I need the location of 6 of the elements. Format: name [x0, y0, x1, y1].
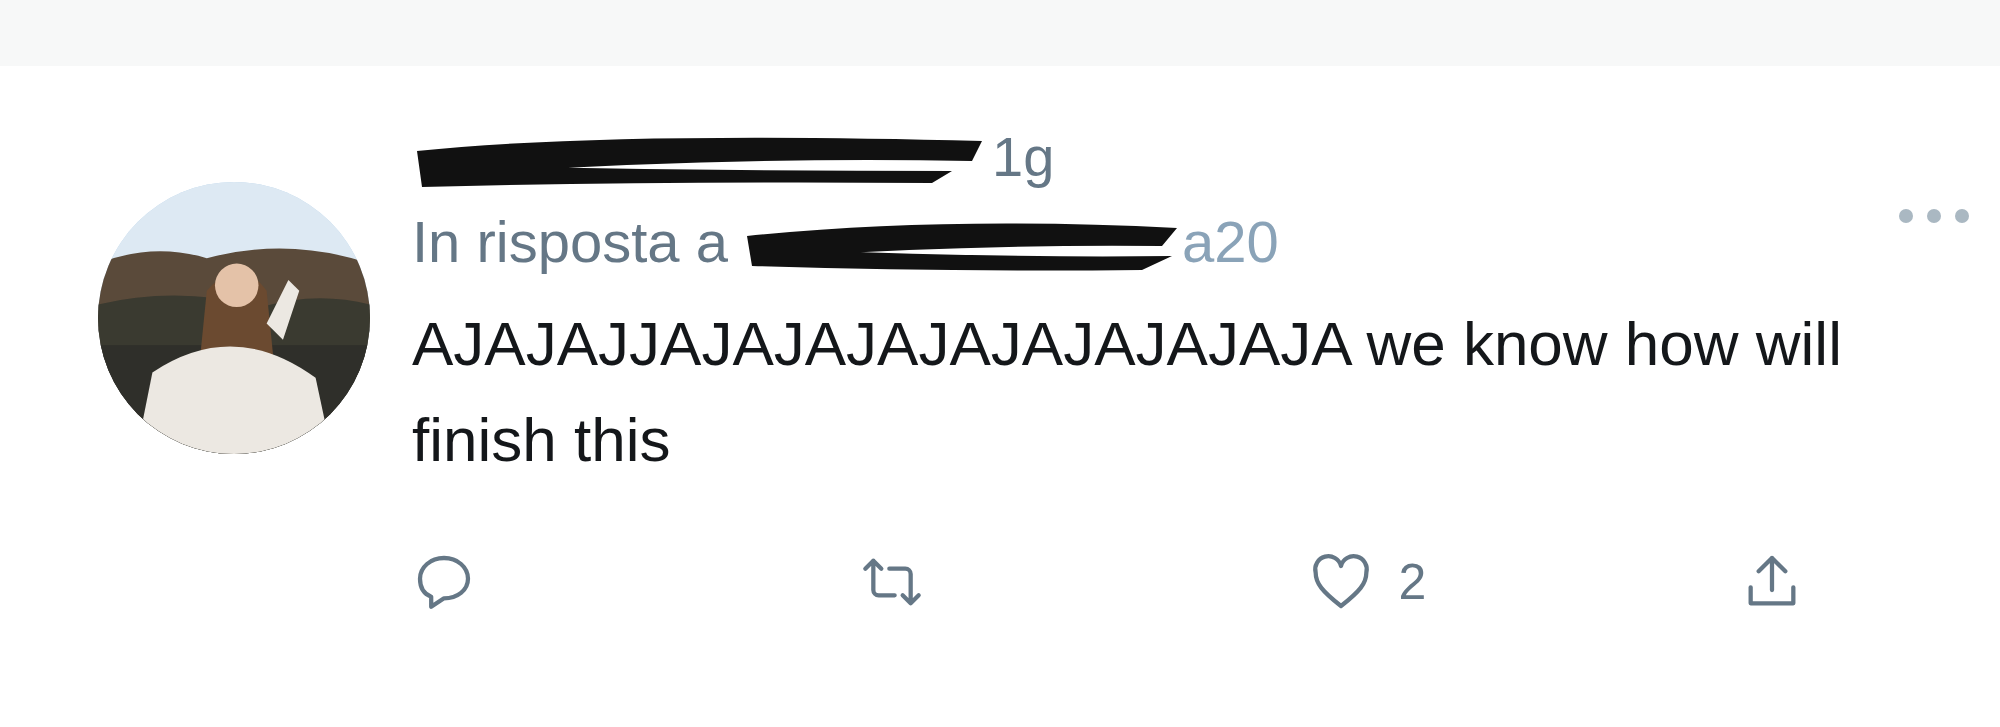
more-icon[interactable] — [1896, 206, 1972, 226]
tweet-time: 1g — [992, 123, 1055, 189]
reply-label: In risposta a — [412, 207, 728, 275]
like-button[interactable]: 2 — [1308, 550, 1740, 614]
tweet-text: AJAJAJJAJAJAJAJAJAJAJAJAJA we know how will finish this — [412, 308, 1843, 476]
reply-handle[interactable]: a20 — [1181, 207, 1279, 275]
